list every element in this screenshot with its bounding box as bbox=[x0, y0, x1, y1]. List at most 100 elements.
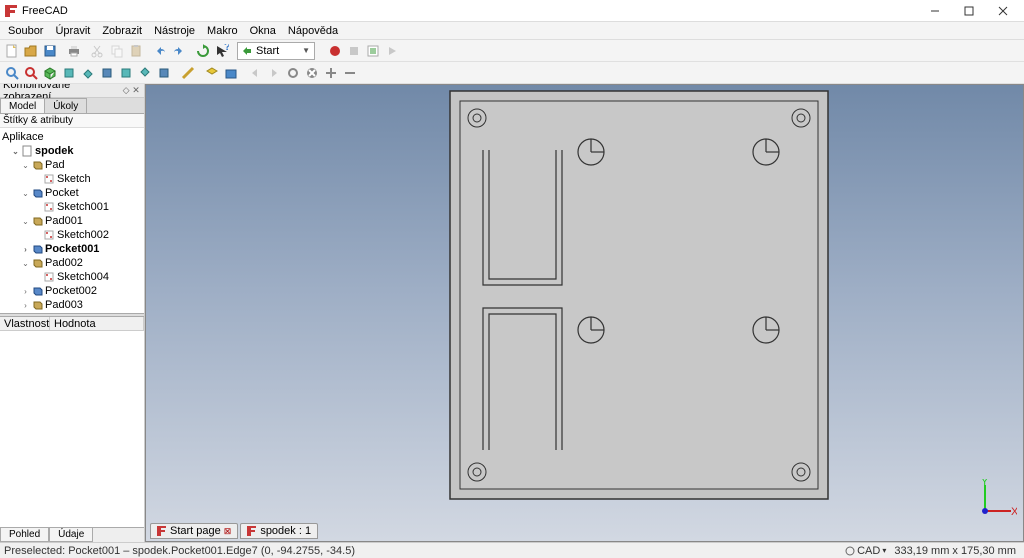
minimize-button[interactable] bbox=[918, 0, 952, 22]
web-stop-button[interactable] bbox=[303, 64, 321, 82]
web-forward-button[interactable] bbox=[265, 64, 283, 82]
pad-icon bbox=[31, 215, 43, 227]
dock-float-button[interactable]: ◇ bbox=[121, 86, 131, 96]
view-right-button[interactable] bbox=[98, 64, 116, 82]
property-panel bbox=[0, 331, 144, 527]
print-button[interactable] bbox=[65, 42, 83, 60]
expand-icon[interactable]: › bbox=[20, 301, 31, 310]
menu-soubor[interactable]: Soubor bbox=[2, 25, 49, 37]
web-back-button[interactable] bbox=[246, 64, 264, 82]
svg-text:Y: Y bbox=[981, 479, 989, 488]
view-bottom-button[interactable] bbox=[136, 64, 154, 82]
tab-ukoly[interactable]: Úkoly bbox=[44, 98, 87, 113]
tree-item-label: Pocket002 bbox=[45, 285, 97, 297]
expand-icon[interactable]: ⌄ bbox=[20, 189, 31, 198]
close-button[interactable] bbox=[986, 0, 1020, 22]
tree-item[interactable]: ⌄ spodek bbox=[0, 144, 144, 158]
tree-item-label: Pad002 bbox=[45, 257, 83, 269]
close-tab-icon[interactable]: ⊠ bbox=[224, 526, 232, 537]
macro-list-button[interactable] bbox=[364, 42, 382, 60]
menu-bar: Soubor Úpravit Zobrazit Nástroje Makro O… bbox=[0, 22, 1024, 40]
pocket-icon bbox=[31, 187, 43, 199]
mdi-tab-startpage[interactable]: Start page ⊠ bbox=[150, 523, 238, 539]
tree-item[interactable]: ⌄ Pocket bbox=[0, 186, 144, 200]
tree-item[interactable]: ⌄Pad bbox=[0, 158, 144, 172]
dock-close-button[interactable]: ✕ bbox=[131, 86, 141, 96]
measure-button[interactable] bbox=[179, 64, 197, 82]
fit-selection-button[interactable] bbox=[22, 64, 40, 82]
tree-item[interactable]: Sketch004 bbox=[0, 270, 144, 284]
paste-button[interactable] bbox=[127, 42, 145, 60]
tree-item-label: Sketch002 bbox=[57, 229, 109, 241]
macro-stop-button[interactable] bbox=[345, 42, 363, 60]
tree-item[interactable]: Sketch bbox=[0, 172, 144, 186]
expand-icon[interactable]: ⌄ bbox=[20, 161, 31, 170]
axis-indicator-icon: Y X bbox=[977, 479, 1017, 519]
view-top-button[interactable] bbox=[79, 64, 97, 82]
model-tree[interactable]: Aplikace ⌄spodek⌄PadSketch⌄PocketSketch0… bbox=[0, 128, 144, 313]
view-front-button[interactable] bbox=[60, 64, 78, 82]
tree-item[interactable]: Sketch002 bbox=[0, 228, 144, 242]
tree-item[interactable]: ⌄ Pad002 bbox=[0, 256, 144, 270]
menu-nastroje[interactable]: Nástroje bbox=[148, 25, 201, 37]
whats-this-button[interactable]: ? bbox=[213, 42, 231, 60]
tree-item[interactable]: ⌄Pad001 bbox=[0, 214, 144, 228]
prop-tab-pohled[interactable]: Pohled bbox=[0, 528, 49, 542]
web-zoomin-button[interactable] bbox=[322, 64, 340, 82]
tab-model[interactable]: Model bbox=[0, 98, 45, 113]
new-button[interactable] bbox=[3, 42, 21, 60]
tree-item[interactable]: ›Pad003 bbox=[0, 298, 144, 312]
sketch-icon bbox=[43, 201, 55, 213]
menu-zobrazit[interactable]: Zobrazit bbox=[96, 25, 148, 37]
tree-item-label: Pocket bbox=[45, 187, 79, 199]
maximize-button[interactable] bbox=[952, 0, 986, 22]
svg-text:X: X bbox=[1011, 506, 1017, 518]
workbench-selector[interactable]: Start ▼ bbox=[237, 42, 315, 60]
prop-tab-udaje[interactable]: Údaje bbox=[49, 528, 93, 542]
menu-napoveda[interactable]: Nápověda bbox=[282, 25, 344, 37]
mdi-tab-label: Start page bbox=[170, 525, 221, 537]
web-zoomout-button[interactable] bbox=[341, 64, 359, 82]
undo-button[interactable] bbox=[151, 42, 169, 60]
tree-item[interactable]: Sketch001 bbox=[0, 200, 144, 214]
view-left-button[interactable] bbox=[155, 64, 173, 82]
mdi-tab-spodek[interactable]: spodek : 1 bbox=[240, 523, 318, 539]
web-reload-button[interactable] bbox=[284, 64, 302, 82]
freecad-icon bbox=[157, 526, 167, 536]
cut-button[interactable] bbox=[89, 42, 107, 60]
freecad-icon bbox=[247, 526, 257, 536]
refresh-button[interactable] bbox=[194, 42, 212, 60]
expand-icon[interactable]: › bbox=[20, 287, 31, 296]
redo-button[interactable] bbox=[170, 42, 188, 60]
tree-item[interactable]: ›Pocket001 bbox=[0, 242, 144, 256]
macro-run-button[interactable] bbox=[383, 42, 401, 60]
view-iso-button[interactable] bbox=[41, 64, 59, 82]
menu-okna[interactable]: Okna bbox=[244, 25, 282, 37]
menu-upravit[interactable]: Úpravit bbox=[49, 25, 96, 37]
part-button[interactable] bbox=[203, 64, 221, 82]
fit-all-button[interactable] bbox=[3, 64, 21, 82]
tree-item[interactable]: › Pocket002 bbox=[0, 284, 144, 298]
copy-button[interactable] bbox=[108, 42, 126, 60]
menu-makro[interactable]: Makro bbox=[201, 25, 244, 37]
open-button[interactable] bbox=[22, 42, 40, 60]
pocket-icon bbox=[31, 285, 43, 297]
svg-text:?: ? bbox=[224, 44, 229, 53]
toolbar-file: ? Start ▼ bbox=[0, 40, 1024, 62]
view-rear-button[interactable] bbox=[117, 64, 135, 82]
3d-viewport[interactable]: Y X Start page ⊠ spodek : 1 bbox=[145, 84, 1024, 542]
nav-style-button[interactable]: CAD ▾ bbox=[841, 545, 890, 557]
save-button[interactable] bbox=[41, 42, 59, 60]
tree-item-label: Sketch001 bbox=[57, 201, 109, 213]
macro-record-button[interactable] bbox=[326, 42, 344, 60]
pad-icon bbox=[31, 257, 43, 269]
expand-icon[interactable]: › bbox=[20, 245, 31, 254]
expand-icon[interactable]: ⌄ bbox=[10, 147, 21, 156]
expand-icon[interactable]: ⌄ bbox=[20, 259, 31, 268]
expand-icon[interactable]: ⌄ bbox=[20, 217, 31, 226]
group-button[interactable] bbox=[222, 64, 240, 82]
tree-item-label: spodek bbox=[35, 145, 74, 157]
window-title: FreeCAD bbox=[22, 5, 918, 17]
toolbar-view bbox=[0, 62, 1024, 84]
status-bar: Preselected: Pocket001 – spodek.Pocket00… bbox=[0, 542, 1024, 558]
